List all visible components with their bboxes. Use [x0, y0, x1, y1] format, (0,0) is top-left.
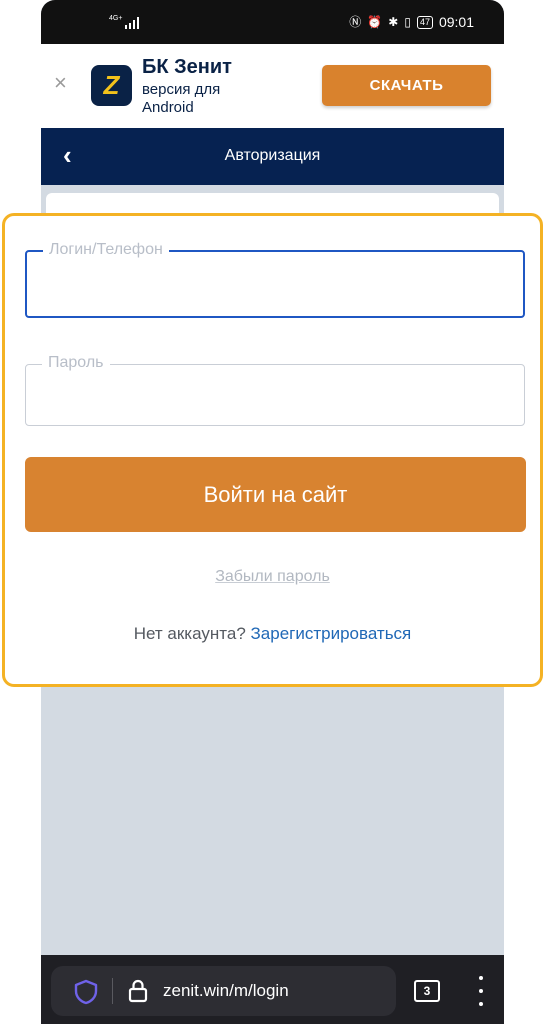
- close-icon[interactable]: ×: [54, 70, 67, 96]
- login-field[interactable]: Логин/Телефон: [25, 239, 525, 318]
- app-download-banner: × Z БК Зенит версия для Android СКАЧАТЬ: [41, 44, 504, 128]
- password-label: Пароль: [42, 352, 110, 374]
- login-label: Логин/Телефон: [43, 239, 169, 261]
- url-text[interactable]: zenit.win/m/login: [163, 981, 289, 1001]
- logo-letter: Z: [103, 70, 120, 100]
- download-button[interactable]: СКАЧАТЬ: [322, 65, 491, 106]
- banner-title: БК Зенит: [142, 56, 232, 78]
- nfc-icon: Ⓝ: [349, 15, 362, 29]
- address-bar[interactable]: zenit.win/m/login: [51, 966, 396, 1016]
- no-account-text: Нет аккаунта?: [133, 624, 246, 643]
- vibrate-icon: ▯: [404, 15, 411, 29]
- password-input[interactable]: [46, 381, 486, 411]
- register-prompt: Нет аккаунта? Зарегистрироваться: [5, 624, 540, 644]
- login-input[interactable]: [47, 268, 487, 298]
- tab-switcher-button[interactable]: 3: [414, 980, 440, 1002]
- register-link[interactable]: Зарегистрироваться: [251, 624, 412, 643]
- page-title: Авторизация: [224, 147, 321, 164]
- browser-toolbar: zenit.win/m/login 3: [41, 955, 504, 1024]
- bluetooth-icon: ✱: [388, 15, 399, 29]
- shield-icon[interactable]: [73, 979, 99, 1005]
- status-bar: 4G+ Ⓝ ⏰ ✱ ▯ 47 09:01: [41, 0, 504, 44]
- banner-subtitle: версия для Android: [142, 81, 221, 116]
- network-type: 4G+: [109, 15, 123, 22]
- clock: 09:01: [438, 14, 474, 30]
- login-form: Логин/Телефон Пароль Войти на сайт Забыл…: [2, 213, 543, 687]
- app-logo: Z: [91, 65, 132, 106]
- page-header: ‹ Авторизация: [41, 128, 504, 185]
- forgot-password-label[interactable]: Забыли пароль: [215, 568, 330, 585]
- signal-icon: 4G+: [109, 15, 140, 29]
- divider: [112, 978, 113, 1004]
- more-menu-icon[interactable]: [471, 976, 491, 1006]
- alarm-icon: ⏰: [367, 15, 383, 29]
- forgot-password-link: Забыли пароль: [5, 568, 540, 586]
- lock-icon: [128, 979, 148, 1003]
- login-submit-button[interactable]: Войти на сайт: [25, 457, 526, 532]
- password-field[interactable]: Пароль: [25, 352, 525, 426]
- battery-icon: 47: [416, 15, 433, 29]
